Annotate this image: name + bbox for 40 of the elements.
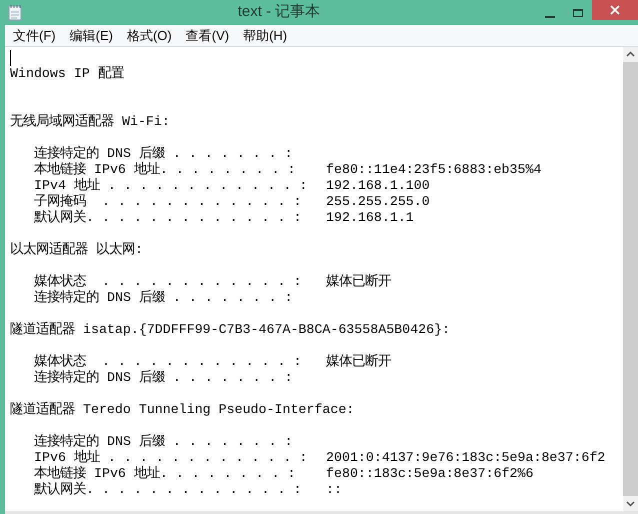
- adapter-heading: 隧道适配器 Teredo Tunneling Pseudo-Interface:: [10, 402, 354, 418]
- field-label: 默认网关. . . . . . . . . . . . . :: [34, 210, 302, 226]
- field-label: 媒体状态 . . . . . . . . . . . . :: [34, 354, 302, 370]
- field-label: 本地链接 IPv6 地址. . . . . . . . :: [34, 162, 297, 178]
- field-value: 192.168.1.1: [326, 210, 414, 226]
- field-label: 默认网关. . . . . . . . . . . . . :: [34, 482, 302, 498]
- scroll-up-icon[interactable]: [623, 47, 638, 62]
- notepad-icon: [8, 4, 22, 21]
- adapter-heading: 以太网适配器 以太网:: [10, 242, 143, 258]
- field-value: fe80::183c:5e9a:8e37:6f2%6: [326, 466, 534, 482]
- field-label: 连接特定的 DNS 后缀 . . . . . . . :: [34, 434, 294, 450]
- field-label: 媒体状态 . . . . . . . . . . . . :: [34, 274, 302, 290]
- field-value: ::: [326, 482, 342, 498]
- field-label: 本地链接 IPv6 地址. . . . . . . . :: [34, 466, 297, 482]
- close-button[interactable]: [592, 0, 638, 20]
- window-title: text - 记事本: [236, 2, 322, 22]
- scroll-down-icon[interactable]: [623, 496, 638, 511]
- field-label: 连接特定的 DNS 后缀 . . . . . . . :: [34, 146, 294, 162]
- adapter-heading: 隧道适配器 isatap.{7DDFFF99-C7B3-467A-B8CA-63558A5B0426}:: [10, 322, 450, 338]
- field-label: 连接特定的 DNS 后缀 . . . . . . . :: [34, 370, 294, 386]
- menu-item[interactable]: 文件(F): [13, 26, 56, 46]
- field-value: 192.168.1.100: [326, 178, 430, 194]
- field-label: 子网掩码 . . . . . . . . . . . . :: [34, 194, 302, 210]
- field-label: IPv6 地址 . . . . . . . . . . . . :: [34, 450, 308, 466]
- field-value: 媒体已断开: [326, 274, 391, 290]
- field-label: IPv4 地址 . . . . . . . . . . . . :: [34, 178, 308, 194]
- field-value: 媒体已断开: [326, 354, 391, 370]
- menu-item[interactable]: 帮助(H): [243, 26, 288, 46]
- field-value: 2001:0:4137:9e76:183c:5e9a:8e37:6f2: [326, 450, 606, 466]
- vertical-scrollbar[interactable]: [623, 47, 638, 511]
- menu-item[interactable]: 查看(V): [186, 26, 230, 46]
- adapter-heading: 无线局域网适配器 Wi-Fi:: [10, 114, 170, 130]
- adapter-heading: Windows IP 配置: [10, 66, 124, 82]
- field-value: 255.255.255.0: [326, 194, 430, 210]
- close-icon: [610, 5, 620, 15]
- text-cursor: [10, 50, 11, 66]
- menu-item[interactable]: 编辑(E): [70, 26, 113, 46]
- field-label: 连接特定的 DNS 后缀 . . . . . . . :: [34, 290, 294, 306]
- field-value: fe80::11e4:23f5:6883:eb35%4: [326, 162, 542, 178]
- menu-item[interactable]: 格式(O): [126, 26, 172, 46]
